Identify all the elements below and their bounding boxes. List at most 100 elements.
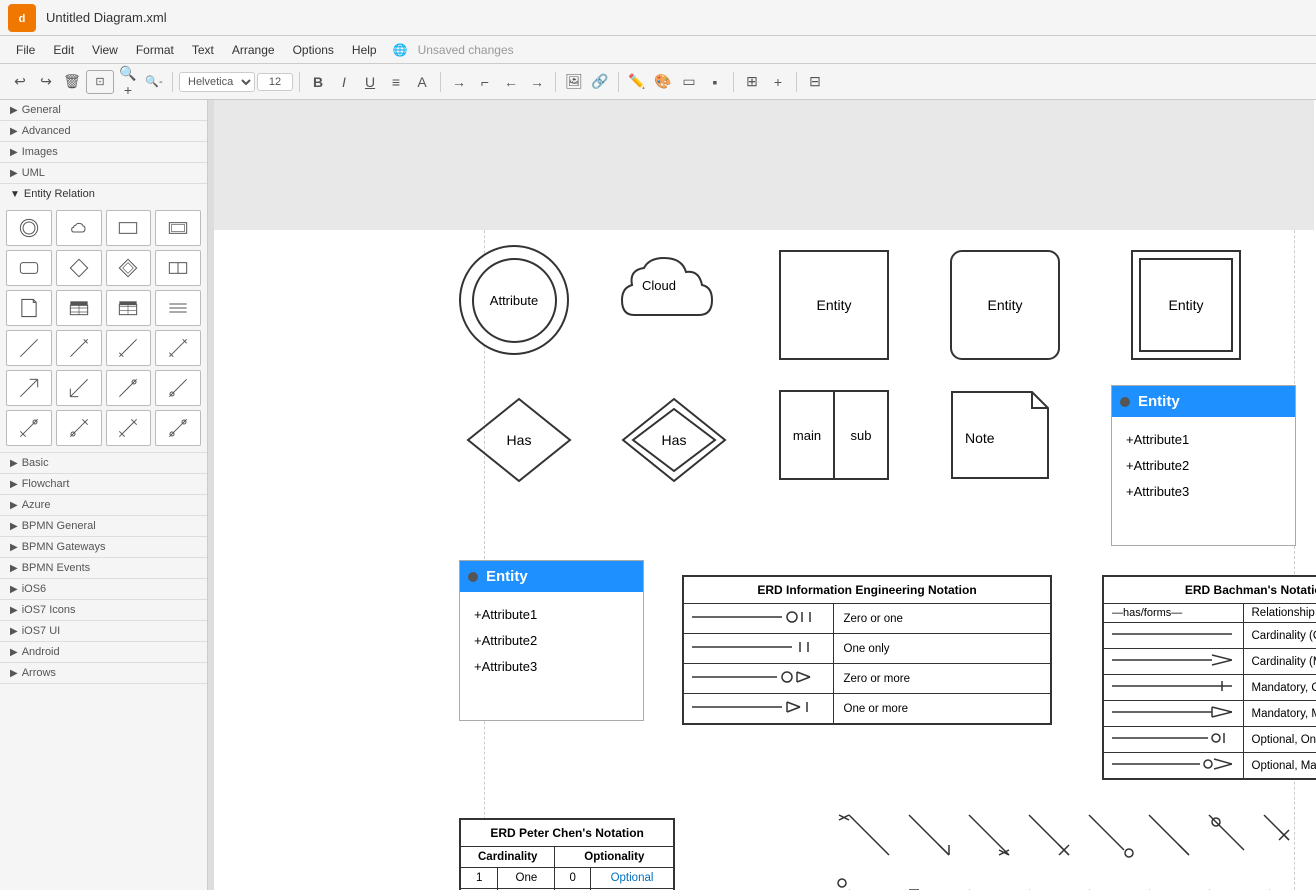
diamond1-shape[interactable]: Has — [459, 390, 579, 490]
attribute-shape[interactable]: Attribute — [459, 245, 569, 355]
sidebar-azure-title[interactable]: ▶ Azure — [0, 495, 207, 515]
er-attribute-item[interactable] — [6, 210, 52, 246]
arrow-back-button[interactable]: ← — [499, 70, 523, 94]
sidebar-bpmn-title[interactable]: ▶ BPMN General — [0, 516, 207, 536]
image-button[interactable]: 🖼 — [562, 70, 586, 94]
er-entity-double-item[interactable] — [155, 210, 201, 246]
shadow-button[interactable]: ▪ — [703, 70, 727, 94]
rect-button[interactable]: ▭ — [677, 70, 701, 94]
sidebar-advanced-title[interactable]: ▶ Advanced — [0, 121, 207, 141]
er-diag3-item[interactable] — [106, 330, 152, 366]
er-table2-item[interactable] — [106, 290, 152, 326]
zoom-in-button[interactable]: 🔍+ — [116, 70, 140, 94]
collapse-icon-arrows: ▶ — [10, 668, 18, 679]
font-size-input[interactable] — [257, 73, 293, 91]
menu-help[interactable]: Help — [344, 41, 385, 59]
er-lines-item[interactable] — [155, 290, 201, 326]
er-diag6-item[interactable] — [56, 370, 102, 406]
er-split-item[interactable] — [155, 250, 201, 286]
blue-entity-right[interactable]: Entity +Attribute1 +Attribute2 +Attribut… — [1111, 385, 1296, 546]
sidebar-section-advanced: ▶ Advanced — [0, 121, 207, 142]
note-shape[interactable]: Note — [950, 390, 1050, 480]
sidebar-general-title[interactable]: ▶ General — [0, 100, 207, 120]
panel-button[interactable]: ⊟ — [803, 70, 827, 94]
link-button[interactable]: 🔗 — [588, 70, 612, 94]
menu-format[interactable]: Format — [128, 41, 182, 59]
er-diag7-item[interactable] — [106, 370, 152, 406]
er-cloud-item[interactable] — [56, 210, 102, 246]
zoom-out-button[interactable]: 🔍- — [142, 70, 166, 94]
er-diag9-item[interactable] — [6, 410, 52, 446]
sidebar-ios7icons-title[interactable]: ▶ iOS7 Icons — [0, 600, 207, 620]
menu-file[interactable]: File — [8, 41, 43, 59]
note-label: Note — [965, 430, 995, 446]
font-selector[interactable]: Helvetica — [179, 72, 255, 92]
er-diag2-item[interactable] — [56, 330, 102, 366]
fit-button[interactable]: ⊡ — [86, 70, 114, 94]
er-diag5-item[interactable] — [6, 370, 52, 406]
split-entity-shape[interactable]: main sub — [779, 390, 889, 480]
sidebar-section-general: ▶ General — [0, 100, 207, 121]
diamond2-shape[interactable]: Has — [614, 390, 734, 490]
sidebar-bpmn-ev-title[interactable]: ▶ BPMN Events — [0, 558, 207, 578]
sidebar-basic-title[interactable]: ▶ Basic — [0, 453, 207, 473]
sidebar-section-azure: ▶ Azure — [0, 495, 207, 516]
entity1-shape[interactable]: Entity — [779, 250, 889, 360]
toolbar-sep-4 — [555, 72, 556, 92]
sidebar-android-title[interactable]: ▶ Android — [0, 642, 207, 662]
arrow-right-button[interactable]: → — [447, 70, 471, 94]
menu-edit[interactable]: Edit — [45, 41, 82, 59]
er-entity-rounded-item[interactable] — [6, 250, 52, 286]
sidebar-flowchart-title[interactable]: ▶ Flowchart — [0, 474, 207, 494]
minimize-btn-left[interactable] — [468, 572, 478, 582]
collapse-icon-uml: ▶ — [10, 168, 18, 179]
delete-button[interactable]: 🗑 — [60, 70, 84, 94]
cloud-shape[interactable]: Cloud — [614, 250, 724, 343]
entity3-shape[interactable]: Entity — [1131, 250, 1241, 360]
undo-button[interactable]: ↩ — [8, 70, 32, 94]
sidebar-uml-title[interactable]: ▶ UML — [0, 163, 207, 183]
sidebar-ios6-title[interactable]: ▶ iOS6 — [0, 579, 207, 599]
er-diag4-item[interactable] — [155, 330, 201, 366]
er-diag8-item[interactable] — [155, 370, 201, 406]
er-note-item[interactable] — [6, 290, 52, 326]
entity2-shape[interactable]: Entity — [950, 250, 1060, 360]
font-color-button[interactable]: A — [410, 70, 434, 94]
sidebar-bpmn-gw-title[interactable]: ▶ BPMN Gateways — [0, 537, 207, 557]
collapse-icon-basic: ▶ — [10, 458, 18, 469]
grid-button[interactable]: ⊞ — [740, 70, 764, 94]
menu-text[interactable]: Text — [184, 41, 222, 59]
er-diag11-item[interactable] — [106, 410, 152, 446]
er-diag10-item[interactable] — [56, 410, 102, 446]
italic-button[interactable]: I — [332, 70, 356, 94]
sidebar-ios7ui-title[interactable]: ▶ iOS7 UI — [0, 621, 207, 641]
sidebar-images-title[interactable]: ▶ Images — [0, 142, 207, 162]
canvas: Attribute Cloud Entity Entity — [214, 100, 1314, 890]
er-diag12-item[interactable] — [155, 410, 201, 446]
menu-options[interactable]: Options — [285, 41, 342, 59]
redo-button[interactable]: ↪ — [34, 70, 58, 94]
align-left-button[interactable]: ≡ — [384, 70, 408, 94]
menu-view[interactable]: View — [84, 41, 126, 59]
arrow-fwd-button[interactable]: → — [525, 70, 549, 94]
er-diamond-double-item[interactable] — [106, 250, 152, 286]
sidebar-arrows-title[interactable]: ▶ Arrows — [0, 663, 207, 683]
line-color-button[interactable]: ✏️ — [625, 70, 649, 94]
elbow-button[interactable]: ⌐ — [473, 70, 497, 94]
fill-color-button[interactable]: 🎨 — [651, 70, 675, 94]
er-diamond-item[interactable] — [56, 250, 102, 286]
sidebar-er-title[interactable]: ▼ Entity Relation — [0, 184, 207, 204]
blue-entity-left[interactable]: Entity +Attribute1 +Attribute2 +Attribut… — [459, 560, 644, 721]
top-band — [214, 100, 1314, 230]
er-diag1-item[interactable] — [6, 330, 52, 366]
collapse-icon-adv: ▶ — [10, 126, 18, 137]
bold-button[interactable]: B — [306, 70, 330, 94]
add-button[interactable]: + — [766, 70, 790, 94]
er-entity-item[interactable] — [106, 210, 152, 246]
er-table-item[interactable] — [56, 290, 102, 326]
menu-arrange[interactable]: Arrange — [224, 41, 283, 59]
canvas-area[interactable]: Attribute Cloud Entity Entity — [214, 100, 1316, 890]
underline-button[interactable]: U — [358, 70, 382, 94]
minimize-btn-right[interactable] — [1120, 397, 1130, 407]
collapse-icon-bpmnev: ▶ — [10, 563, 18, 574]
